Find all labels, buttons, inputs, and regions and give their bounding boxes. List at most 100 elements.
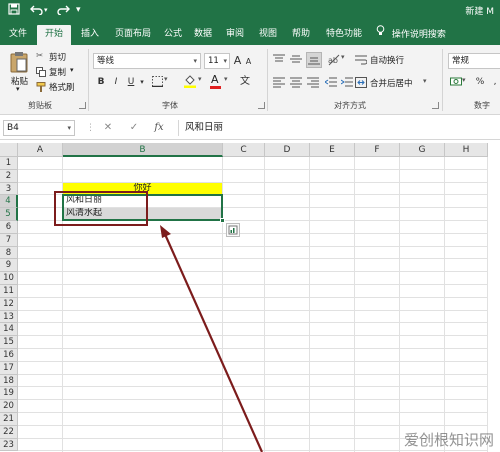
fill-handle[interactable] [220, 218, 225, 223]
row-header-21[interactable]: 21 [0, 413, 18, 426]
row-header-13[interactable]: 13 [0, 310, 18, 324]
row-header-4[interactable]: 4 [0, 195, 18, 209]
name-box[interactable]: B4 ▾ [3, 120, 75, 136]
alignment-launcher-icon[interactable] [432, 102, 439, 109]
row-header-18[interactable]: 18 [0, 374, 18, 388]
customize-quick-access-icon[interactable]: ▾ [76, 3, 81, 18]
align-right-icon[interactable] [307, 77, 320, 89]
tell-me-search[interactable]: 操作说明搜索 [376, 25, 446, 43]
tab-file[interactable]: 文件 [4, 25, 32, 45]
tab-review[interactable]: 审阅 [222, 25, 248, 45]
tab-view[interactable]: 视图 [255, 25, 281, 45]
row-header-22[interactable]: 22 [0, 425, 18, 439]
paste-button[interactable]: 粘贴 ▾ [8, 51, 30, 95]
row-header-10[interactable]: 10 [0, 272, 18, 285]
quick-analysis-icon[interactable] [226, 223, 240, 237]
row-header-12[interactable]: 12 [0, 297, 18, 311]
font-size-select[interactable]: 11 ▾ [204, 53, 230, 69]
cut-label: 剪切 [49, 53, 67, 63]
row-header-23[interactable]: 23 [0, 438, 18, 452]
row-header-17[interactable]: 17 [0, 361, 18, 375]
align-center-icon[interactable] [290, 77, 303, 89]
font-name-select[interactable]: 等线 ▾ [93, 53, 201, 69]
column-header-c[interactable]: C [223, 143, 265, 157]
bottom-align-icon[interactable] [306, 52, 322, 68]
insert-function-button[interactable]: fx [150, 120, 168, 136]
column-header-h[interactable]: H [445, 143, 488, 157]
divider [267, 49, 268, 111]
clipboard-launcher-icon[interactable] [79, 102, 86, 109]
column-header-a[interactable]: A [18, 143, 63, 157]
title-bar: ▾ ▾ 新建 M [0, 0, 500, 21]
format-painter-button[interactable]: 格式刷 [36, 81, 80, 93]
increase-indent-icon[interactable] [340, 77, 354, 89]
save-icon[interactable] [8, 3, 20, 18]
undo-icon[interactable] [30, 3, 44, 18]
tab-help[interactable]: 帮助 [288, 25, 314, 45]
align-left-icon[interactable] [273, 77, 286, 89]
phonetic-guide-icon[interactable]: 文 [236, 75, 254, 89]
cancel-entry-button[interactable]: ✕ [100, 120, 116, 136]
fill-color-button[interactable]: ▾ [184, 75, 206, 89]
cut-button[interactable]: ✂ 剪切 [36, 51, 76, 63]
wrap-text-button[interactable]: 自动换行 [355, 53, 425, 67]
shrink-font-button[interactable]: A [244, 55, 253, 69]
bold-button[interactable]: B [95, 75, 107, 89]
confirm-entry-button[interactable]: ✓ [126, 120, 142, 136]
column-header-d[interactable]: D [265, 143, 310, 157]
worksheet-grid[interactable]: A B C D E F G H 1 2 3 4 5 6 7 8 9 10 11 12 13 14 15 16 17 18 19 20 2… [0, 143, 500, 452]
row-header-11[interactable]: 11 [0, 285, 18, 298]
row-header-20[interactable]: 20 [0, 400, 18, 413]
formula-input[interactable]: 风和日丽 [178, 120, 496, 136]
row-header-6[interactable]: 6 [0, 221, 18, 234]
font-launcher-icon[interactable] [258, 102, 265, 109]
column-header-f[interactable]: F [355, 143, 400, 157]
gridline [18, 424, 488, 426]
row-header-7[interactable]: 7 [0, 233, 18, 247]
row-header-2[interactable]: 2 [0, 169, 18, 183]
row-header-1[interactable]: 1 [0, 157, 18, 170]
gridline [18, 335, 488, 337]
row-header-19[interactable]: 19 [0, 387, 18, 401]
row-header-16[interactable]: 16 [0, 349, 18, 362]
row-header-14[interactable]: 14 [0, 323, 18, 337]
underline-dropdown-icon[interactable]: ▾ [138, 75, 146, 89]
tab-insert[interactable]: 插入 [76, 25, 104, 45]
number-format-select[interactable]: 常规 [448, 53, 500, 69]
gridline [18, 399, 488, 401]
copy-button[interactable]: 复制 ▾ [36, 66, 76, 78]
row-header-15[interactable]: 15 [0, 336, 18, 349]
undo-dropdown-icon[interactable]: ▾ [44, 3, 48, 18]
tab-formulas[interactable]: 公式 [160, 25, 186, 45]
comma-style-button[interactable]: , [490, 75, 500, 89]
grow-font-button[interactable]: A [232, 54, 243, 68]
gridline [18, 245, 488, 247]
percent-style-button[interactable]: % [474, 75, 486, 89]
select-all-corner[interactable] [0, 143, 18, 157]
accounting-format-icon[interactable]: ▾ [450, 76, 470, 90]
gridline [18, 373, 488, 375]
row-header-5[interactable]: 5 [0, 208, 18, 221]
row-header-8[interactable]: 8 [0, 246, 18, 260]
font-color-button[interactable]: A ▾ [210, 73, 232, 89]
column-header-b[interactable]: B [63, 143, 223, 157]
underline-button[interactable]: U [125, 75, 137, 89]
italic-button[interactable]: I [110, 75, 122, 89]
tab-home[interactable]: 开始 [37, 25, 71, 45]
font-name-value: 等线 [97, 56, 115, 66]
row-header-9[interactable]: 9 [0, 259, 18, 273]
redo-icon[interactable] [56, 3, 70, 18]
tab-special-features[interactable]: 特色功能 [320, 25, 368, 45]
middle-align-icon[interactable] [290, 54, 303, 66]
gridline [18, 271, 488, 273]
top-align-icon[interactable] [273, 54, 286, 66]
decrease-indent-icon[interactable] [324, 77, 338, 89]
column-header-e[interactable]: E [310, 143, 355, 157]
tab-data[interactable]: 数据 [190, 25, 216, 45]
orientation-icon[interactable]: ab ▾ [327, 53, 347, 67]
row-header-3[interactable]: 3 [0, 182, 18, 196]
borders-button[interactable]: ▾ [152, 75, 172, 88]
merge-center-button[interactable]: 合并后居中 ▾ [355, 76, 435, 90]
tab-page-layout[interactable]: 页面布局 [110, 25, 156, 45]
column-header-g[interactable]: G [400, 143, 445, 157]
